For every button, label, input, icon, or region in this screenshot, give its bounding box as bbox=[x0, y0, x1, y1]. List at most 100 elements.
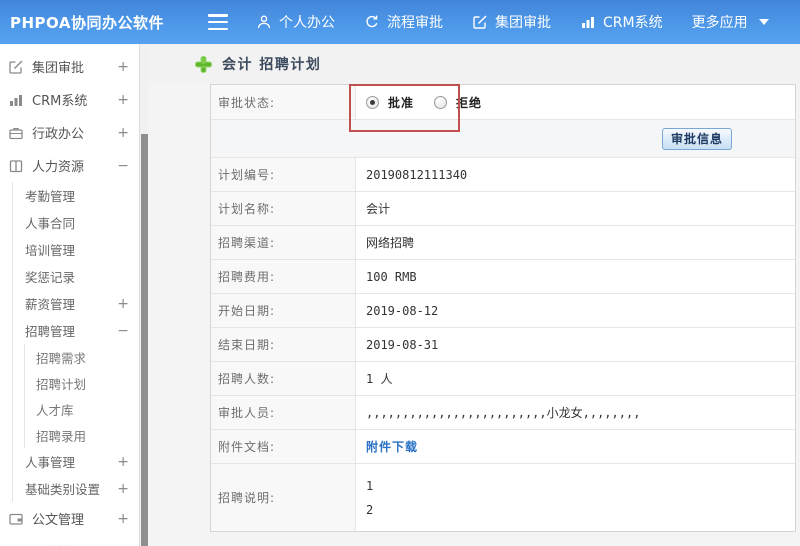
table-row-description: 招聘说明: 1 2 bbox=[211, 463, 795, 531]
book-icon bbox=[8, 158, 24, 174]
sidebar-scrollbar-track[interactable] bbox=[139, 44, 148, 546]
page-title-bar: 会计 招聘计划 bbox=[148, 44, 800, 84]
table-row: 招聘费用: 100 RMB bbox=[211, 259, 795, 293]
nav-label: 流程审批 bbox=[387, 15, 443, 31]
field-label: 计划编号: bbox=[211, 158, 356, 191]
sidebar-label: 行政办公 bbox=[32, 127, 85, 142]
sidebar-label: 人力资源 bbox=[32, 160, 85, 175]
description-line: 1 bbox=[366, 478, 374, 493]
expand-icon[interactable]: + bbox=[117, 92, 129, 108]
sidebar-item-talent-pool[interactable]: 人才库 bbox=[25, 396, 139, 422]
table-row: 审批人员: ,,,,,,,,,,,,,,,,,,,,,,,,,小龙女,,,,,,… bbox=[211, 395, 795, 429]
sidebar-item-hr-contract[interactable]: 人事合同 bbox=[13, 209, 139, 236]
table-row: 招聘人数: 1 人 bbox=[211, 361, 795, 395]
description-line: 2 bbox=[366, 502, 374, 517]
nav-personal-office[interactable]: 个人办公 bbox=[256, 12, 335, 32]
nav-process-approval[interactable]: 流程审批 bbox=[364, 12, 443, 32]
field-label: 审批状态: bbox=[211, 85, 356, 119]
sidebar-scrollbar-thumb[interactable] bbox=[141, 134, 148, 546]
table-row: 开始日期: 2019-08-12 bbox=[211, 293, 795, 327]
sidebar-item-attendance[interactable]: 考勤管理 bbox=[13, 182, 139, 209]
recruitment-submenu: 招聘需求 招聘计划 人才库 招聘录用 bbox=[24, 344, 139, 448]
attachment-download-link[interactable]: 附件下载 bbox=[366, 438, 418, 455]
reject-radio[interactable] bbox=[434, 95, 448, 109]
main-content: 会计 招聘计划 审批状态: 批准 拒绝 审批信息 计划编号: 201908121… bbox=[148, 44, 800, 546]
sidebar-label: 公文管理 bbox=[32, 513, 85, 528]
expand-icon[interactable]: + bbox=[117, 511, 129, 527]
menu-icon[interactable] bbox=[208, 14, 228, 30]
field-label: 招聘说明: bbox=[211, 464, 356, 531]
approve-radio[interactable] bbox=[366, 95, 379, 109]
sidebar-label: 基础类别设置 bbox=[25, 482, 101, 497]
edit-icon bbox=[8, 59, 24, 75]
sidebar-label: CRM系统 bbox=[32, 94, 88, 109]
sidebar-item-recruit-plan[interactable]: 招聘计划 bbox=[25, 370, 139, 396]
sidebar: 集团审批 + CRM系统 + 行政办公 + 人力资源 − 考勤管理 人事合同 培… bbox=[0, 44, 139, 546]
topbar-nav: 个人办公 流程审批 集团审批 CRM系统 更多应用 bbox=[256, 12, 789, 32]
approval-info-button[interactable]: 审批信息 bbox=[661, 127, 732, 150]
sidebar-label: 招聘计划 bbox=[36, 376, 87, 392]
sidebar-item-training[interactable]: 培训管理 bbox=[13, 236, 139, 263]
sidebar-item-documents[interactable]: 公文管理 + bbox=[0, 502, 139, 535]
field-value: 2019-08-31 bbox=[366, 337, 439, 352]
field-value: ,,,,,,,,,,,,,,,,,,,,,,,,,小龙女,,,,,,,, bbox=[366, 406, 641, 420]
sidebar-label: 奖惩记录 bbox=[25, 270, 76, 285]
sidebar-label: 人事管理 bbox=[25, 455, 76, 470]
sidebar-item-recruit-demand[interactable]: 招聘需求 bbox=[25, 344, 139, 370]
field-label: 附件文档: bbox=[211, 430, 356, 463]
table-row: 计划名称: 会计 bbox=[211, 191, 795, 225]
sidebar-item-admin-office[interactable]: 行政办公 + bbox=[0, 116, 139, 149]
table-row: 招聘渠道: 网络招聘 bbox=[211, 225, 795, 259]
field-value: 网络招聘 bbox=[366, 236, 415, 250]
topbar: PHPOA协同办公软件 个人办公 流程审批 集团审批 CRM系统 更多应用 bbox=[0, 0, 800, 44]
sidebar-item-vehicle[interactable]: 用车管理 + bbox=[0, 535, 139, 546]
sidebar-label: 招聘录用 bbox=[36, 428, 87, 444]
collapse-icon[interactable]: − bbox=[117, 323, 129, 339]
sidebar-item-base-category[interactable]: 基础类别设置 + bbox=[13, 475, 139, 502]
sidebar-item-recruitment[interactable]: 招聘管理 − bbox=[13, 317, 139, 344]
expand-icon[interactable]: + bbox=[117, 125, 129, 141]
sidebar-item-salary[interactable]: 薪资管理 + bbox=[13, 290, 139, 317]
sidebar-label: 培训管理 bbox=[25, 243, 76, 258]
sidebar-item-hr[interactable]: 人力资源 − bbox=[0, 149, 139, 182]
edit-icon bbox=[472, 14, 488, 30]
nav-crm-system[interactable]: CRM系统 bbox=[580, 12, 663, 32]
nav-more-apps[interactable]: 更多应用 bbox=[692, 12, 748, 32]
expand-icon[interactable]: + bbox=[117, 296, 129, 312]
field-label: 计划名称: bbox=[211, 192, 356, 225]
field-label: 开始日期: bbox=[211, 294, 356, 327]
field-label: 招聘人数: bbox=[211, 362, 356, 395]
caret-down-icon[interactable] bbox=[758, 19, 769, 25]
bar-chart-icon bbox=[580, 14, 596, 30]
sidebar-item-crm[interactable]: CRM系统 + bbox=[0, 83, 139, 116]
approval-status-radio-group: 批准 拒绝 bbox=[366, 94, 493, 111]
nav-label: 个人办公 bbox=[279, 15, 335, 31]
field-label: 结束日期: bbox=[211, 328, 356, 361]
field-label: 招聘费用: bbox=[211, 260, 356, 293]
bar-chart-icon bbox=[8, 92, 24, 108]
process-icon bbox=[364, 14, 380, 30]
sidebar-item-personnel[interactable]: 人事管理 + bbox=[13, 448, 139, 475]
sidebar-item-group-approval[interactable]: 集团审批 + bbox=[0, 50, 139, 83]
sidebar-label: 集团审批 bbox=[32, 61, 85, 76]
nav-group-approval[interactable]: 集团审批 bbox=[472, 12, 551, 32]
sidebar-label: 招聘管理 bbox=[25, 324, 76, 339]
plus-icon bbox=[194, 55, 213, 74]
button-row: 审批信息 bbox=[211, 119, 795, 157]
sidebar-label: 招聘需求 bbox=[36, 350, 87, 366]
status-row: 审批状态: 批准 拒绝 bbox=[211, 85, 795, 119]
sidebar-item-rewards[interactable]: 奖惩记录 bbox=[13, 263, 139, 290]
user-icon bbox=[256, 14, 272, 30]
table-row: 结束日期: 2019-08-31 bbox=[211, 327, 795, 361]
field-value: 2019-08-12 bbox=[366, 303, 439, 318]
collapse-icon[interactable]: − bbox=[117, 158, 129, 174]
hr-submenu: 考勤管理 人事合同 培训管理 奖惩记录 薪资管理 + 招聘管理 − 招聘需求 招聘计… bbox=[12, 182, 139, 502]
expand-icon[interactable]: + bbox=[117, 454, 129, 470]
sidebar-item-recruit-hire[interactable]: 招聘录用 bbox=[25, 422, 139, 448]
app-logo: PHPOA协同办公软件 bbox=[10, 13, 164, 32]
expand-icon[interactable]: + bbox=[117, 59, 129, 75]
field-value: 会计 bbox=[366, 202, 391, 216]
nav-label: CRM系统 bbox=[603, 15, 663, 31]
expand-icon[interactable]: + bbox=[117, 481, 129, 497]
sidebar-label: 人才库 bbox=[36, 402, 74, 418]
